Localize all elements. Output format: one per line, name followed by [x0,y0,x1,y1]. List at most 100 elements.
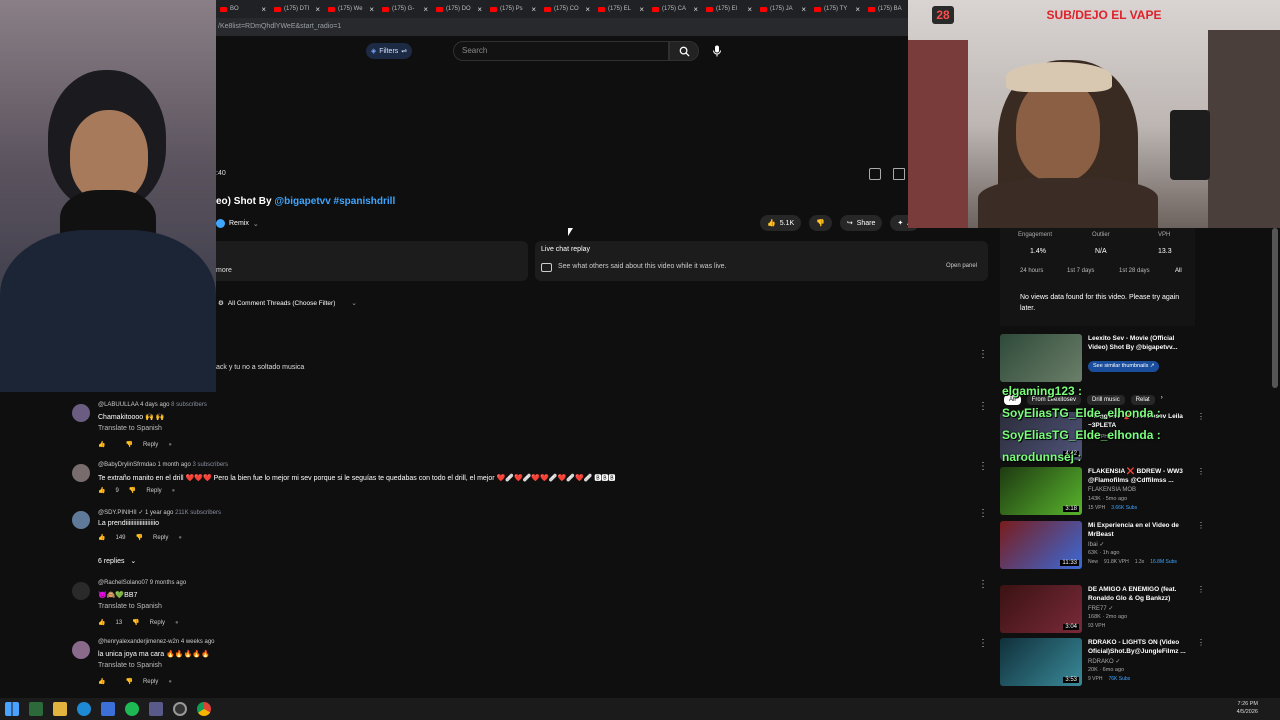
close-icon[interactable]: × [801,5,806,14]
comment-author[interactable]: @SDY.PINIHII ✓ [98,510,143,516]
avatar[interactable] [72,641,90,659]
more-options-icon[interactable]: ⋮ [1197,521,1205,530]
browser-tab[interactable]: (175) Ps × [486,0,540,18]
reply-button[interactable]: Reply [143,442,158,448]
browser-tab[interactable]: (175) DO × [432,0,486,18]
close-icon[interactable]: × [693,5,698,14]
comment-author[interactable]: @LABUULLAA [98,402,138,408]
translate-link[interactable]: Translate to Spanish [98,425,162,432]
thumbs-up-icon[interactable]: 👍 [98,619,105,626]
heart-icon[interactable]: ● [172,488,176,494]
suggested-video[interactable]: Leexito Sev - Movie (Official Video) Sho… [1000,334,1200,384]
reply-button[interactable]: Reply [143,679,158,685]
more-options-icon[interactable]: ⋮ [1197,412,1205,421]
suggested-video[interactable]: 3:04 DE AMIGO A ENEMIGO (feat. Ronaldo Gl… [1000,585,1205,635]
scrollbar[interactable] [1272,228,1278,388]
share-button[interactable]: ↪ Share [839,215,883,231]
spotify-icon[interactable] [125,702,139,716]
range-7d[interactable]: 1st 7 days [1067,268,1094,274]
thumbs-down-icon[interactable]: 👎 [132,619,139,626]
open-panel-button[interactable]: Open panel [946,263,977,269]
windows-start-icon[interactable] [5,702,19,716]
browser-tab[interactable]: (175) CA × [648,0,702,18]
suggested-video[interactable]: 3:53 RDRAKO - LIGHTS ON (Video Oficial)Sh… [1000,638,1205,688]
close-icon[interactable]: × [261,5,266,14]
reply-button[interactable]: Reply [153,535,168,541]
comment-thread-filter[interactable]: ⚙ All Comment Threads (Choose Filter) ⌄ [216,296,364,310]
suggested-video-channel[interactable]: RDRAKO ✓ [1088,658,1120,665]
settings-icon[interactable] [869,168,881,180]
obs-icon[interactable] [173,702,187,716]
video-thumbnail[interactable]: 3:53 [1000,638,1082,686]
video-title-link[interactable]: @bigapetvv #spanishdrill [274,196,395,207]
browser-tab[interactable]: (175) We × [324,0,378,18]
terminal-icon[interactable] [29,702,43,716]
browser-tab[interactable]: (175) BA× [864,0,908,18]
suggested-video[interactable]: 3:18 FLAKENSIA ❌ BDREW - WW3 @Flamofilms … [1000,467,1205,517]
more-options-icon[interactable]: ⋮ [978,639,988,649]
suggested-video-title[interactable]: DE AMIGO A ENEMIGO (feat. Ronaldo Glo & … [1088,585,1192,603]
range-all[interactable]: All [1175,268,1182,274]
close-icon[interactable]: × [369,5,374,14]
thumbs-down-icon[interactable]: 👎 [129,487,136,494]
comment-author[interactable]: @BabyDrylinSfrmdao [98,462,156,468]
comment-author[interactable]: @henryalexanderjimenez-w2n [98,639,179,645]
close-icon[interactable]: × [531,5,536,14]
remix-button[interactable]: Remix ⌄ [216,216,259,231]
browser-tab[interactable]: (175) CO × [540,0,594,18]
description-more-link[interactable]: more [216,267,232,274]
browser-tab[interactable]: (175) DTI × [270,0,324,18]
thumbs-up-icon[interactable]: 👍 [98,534,105,541]
chip-drill-music[interactable]: Drill music [1087,395,1125,405]
browser-tab[interactable]: (175) JA × [756,0,810,18]
more-options-icon[interactable]: ⋮ [978,509,988,519]
search-input[interactable]: Search [453,41,669,61]
more-options-icon[interactable]: ⋮ [978,462,988,472]
filters-button[interactable]: ◈ Filters ⇌ [366,43,412,59]
avatar[interactable] [72,404,90,422]
browser-tab[interactable]: (175) TY × [810,0,864,18]
reply-button[interactable]: Reply [146,488,161,494]
heart-icon[interactable]: ● [168,679,172,685]
thumbs-down-icon[interactable]: 👎 [136,534,143,541]
thumbs-up-icon[interactable]: 👍 [98,678,105,685]
chevron-right-icon[interactable]: › [1161,395,1163,405]
voice-search-button[interactable] [706,41,728,61]
chip-related[interactable]: Relat [1130,395,1155,405]
browser-tab[interactable]: (175) G- × [378,0,432,18]
address-bar[interactable]: /Ke8list=RDmQhdlYWeE&start_radio=1 [216,18,908,36]
avatar[interactable] [72,464,90,482]
suggested-video-channel[interactable]: Ibai ✓ [1088,541,1104,548]
app-icon[interactable] [149,702,163,716]
avatar[interactable] [72,582,90,600]
suggested-video-title[interactable]: Leexito Sev - Movie (Official Video) Sho… [1088,334,1192,352]
range-24h[interactable]: 24 hours [1020,268,1043,274]
system-clock[interactable]: 7:26 PM 4/5/2026 [1237,700,1258,716]
thumbs-up-icon[interactable]: 👍 [98,441,105,448]
dislike-button[interactable]: 👎 [809,215,832,231]
more-options-icon[interactable]: ⋮ [978,350,988,360]
suggested-video-title[interactable]: FLAKENSIA ❌ BDREW - WW3 @Flamofilms @Cdf… [1088,467,1192,485]
close-icon[interactable]: × [315,5,320,14]
more-options-icon[interactable]: ⋮ [978,402,988,412]
suggested-video-channel[interactable]: FLAKENSIA MOB [1088,487,1136,493]
more-options-icon[interactable]: ⋮ [1197,638,1205,647]
video-thumbnail[interactable] [1000,334,1082,382]
translate-link[interactable]: Translate to Spanish [98,603,162,610]
suggested-video-title[interactable]: Mi Experiencia en el Video de MrBeast [1088,521,1192,539]
close-icon[interactable]: × [477,5,482,14]
avatar[interactable] [72,511,90,529]
heart-icon[interactable]: ● [178,535,182,541]
video-thumbnail[interactable]: 11:33 [1000,521,1082,569]
browser-tab[interactable]: BO × [216,0,270,18]
store-icon[interactable] [101,702,115,716]
thumbs-down-icon[interactable]: 👎 [125,678,132,685]
close-icon[interactable]: × [423,5,428,14]
thumbs-up-icon[interactable]: 👍 [98,487,105,494]
description-box[interactable] [216,241,528,281]
browser-tab[interactable]: (175) EL × [594,0,648,18]
thumbs-down-icon[interactable]: 👎 [125,441,132,448]
more-options-icon[interactable]: ⋮ [1197,467,1205,476]
suggested-video-title[interactable]: RDRAKO - LIGHTS ON (Video Oficial)Shot.B… [1088,638,1192,656]
more-options-icon[interactable]: ⋮ [978,580,988,590]
